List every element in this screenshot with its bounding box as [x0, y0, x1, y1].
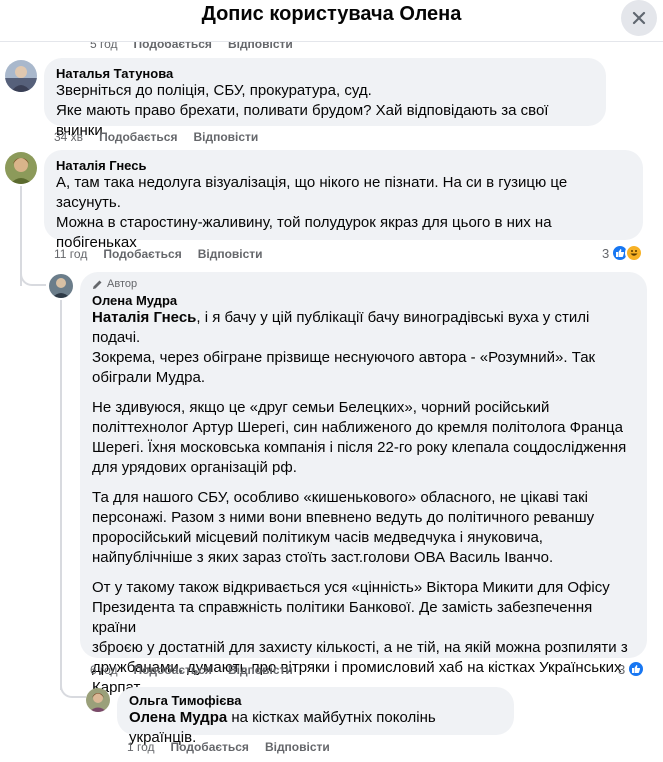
reply-button[interactable]: Відповісти — [193, 130, 258, 144]
comment-paragraph: Не здивуюся, якщо це «друг семьи Белецки… — [92, 398, 635, 478]
comment-bubble: Наталія Гнесь А, там така недолуга візуа… — [44, 150, 643, 251]
comment-line: От у такому також відкривається уся «цін… — [92, 579, 610, 596]
comment-line: обіграли Мудра. — [92, 369, 205, 386]
comment-text: А, там така недолуга візуалізація, що ні… — [56, 173, 631, 253]
comment-meta: 34 хв Подобається Відповісти — [54, 130, 258, 144]
avatar-image — [49, 274, 73, 298]
avatar[interactable] — [86, 688, 110, 712]
reaction-count: 3 — [602, 245, 610, 261]
comment-paragraph: Та для нашого СБУ, особливо «кишеньковог… — [92, 488, 635, 568]
avatar-image — [5, 60, 37, 92]
comment-paragraph: От у такому також відкривається уся «цін… — [92, 578, 635, 698]
comment-time[interactable]: 1 год — [127, 740, 155, 754]
comment-author[interactable]: Ольга Тимофієва — [129, 693, 502, 708]
mention-link[interactable]: Олена Мудра — [129, 709, 227, 726]
thread-curve — [60, 680, 86, 698]
comment-meta: 1 год Подобається Відповісти — [127, 740, 330, 754]
reaction-summary[interactable]: 3 — [602, 244, 644, 262]
like-button[interactable]: Подобається — [171, 740, 249, 754]
comment-time[interactable]: 11 год — [54, 247, 87, 261]
thread-line — [60, 300, 62, 690]
comment-paragraph: Наталія Гнесь, і я бачу у цій публікації… — [92, 308, 635, 388]
comment-line: Не здивуюся, якщо це «друг семьи Белецки… — [92, 399, 550, 416]
reply-button[interactable]: Відповісти — [265, 740, 330, 754]
avatar-image — [86, 688, 110, 712]
comment-line: Та для нашого СБУ, особливо «кишеньковог… — [92, 489, 588, 506]
comment-meta: 6 год Подобається Відповісти — [90, 663, 293, 677]
comment-text: Наталія Гнесь, і я бачу у цій публікації… — [92, 308, 635, 698]
reply-button[interactable]: Відповісти — [198, 247, 263, 261]
avatar-image — [5, 152, 37, 184]
avatar[interactable] — [5, 152, 37, 184]
pencil-icon — [93, 280, 102, 289]
author-badge-label: Автор — [107, 278, 138, 290]
comment-line: зброєю у достатній для захисту кількості… — [92, 639, 628, 656]
comment-line: персонажі. Разом з ними вони впевнено ве… — [92, 509, 595, 526]
mention-link[interactable]: Наталія Гнесь — [92, 309, 196, 326]
comment-line: Президента та справжність політики Банко… — [92, 599, 593, 636]
comment-line: А, там така недолуга візуалізація, що ні… — [56, 174, 568, 211]
comment-line: політтехнолог Артур Шерегі, син наближен… — [92, 419, 623, 436]
like-button[interactable]: Подобається — [99, 130, 177, 144]
close-button[interactable] — [621, 0, 657, 36]
reply-bubble: Ольга Тимофієва Олена Мудра на кістках м… — [117, 687, 514, 746]
like-icon — [627, 660, 646, 678]
comment-meta: 11 год Подобається Відповісти — [54, 247, 263, 261]
reply-bubble: Автор Олена Мудра Наталія Гнесь, і я бач… — [80, 272, 647, 696]
comment-author[interactable]: Наталья Татунова — [56, 66, 594, 81]
comment-line: Зокрема, через обігране прізвище неснуюч… — [92, 349, 596, 366]
comment-line: Зверніться до поліція, СБУ, прокуратура,… — [56, 82, 372, 99]
haha-icon — [625, 244, 644, 262]
like-button[interactable]: Подобається — [103, 247, 181, 261]
author-badge: Автор — [92, 278, 635, 290]
comment-author[interactable]: Наталія Гнесь — [56, 158, 631, 173]
comment-line: Можна в старостину-жаливину, той полудур… — [56, 214, 552, 231]
dialog-title: Допис користувача Олена — [201, 3, 462, 25]
like-button[interactable]: Подобається — [134, 663, 212, 677]
comment-author[interactable]: Олена Мудра — [92, 293, 635, 308]
thread-curve — [20, 268, 46, 286]
comment-line: проросійський місцевий політикум часів м… — [92, 529, 543, 546]
avatar[interactable] — [49, 274, 73, 298]
comment-time[interactable]: 6 год — [90, 663, 118, 677]
reply-button[interactable]: Відповісти — [228, 663, 293, 677]
comment-bubble: Наталья Татунова Зверніться до поліція, … — [44, 58, 606, 139]
comment-line: для урядових організацій рф. — [92, 459, 297, 476]
comment-line: найпублічніше з яких зараз стоїть заст.г… — [92, 549, 554, 566]
comment-line: Шерегі. Їхня московська компанія і після… — [92, 439, 627, 456]
reaction-summary[interactable]: 3 — [618, 660, 646, 678]
reaction-count: 3 — [618, 661, 626, 677]
comment-time[interactable]: 34 хв — [54, 130, 83, 144]
dialog-header: Допис користувача Олена — [0, 0, 663, 42]
close-icon — [632, 11, 646, 25]
avatar[interactable] — [5, 60, 37, 92]
